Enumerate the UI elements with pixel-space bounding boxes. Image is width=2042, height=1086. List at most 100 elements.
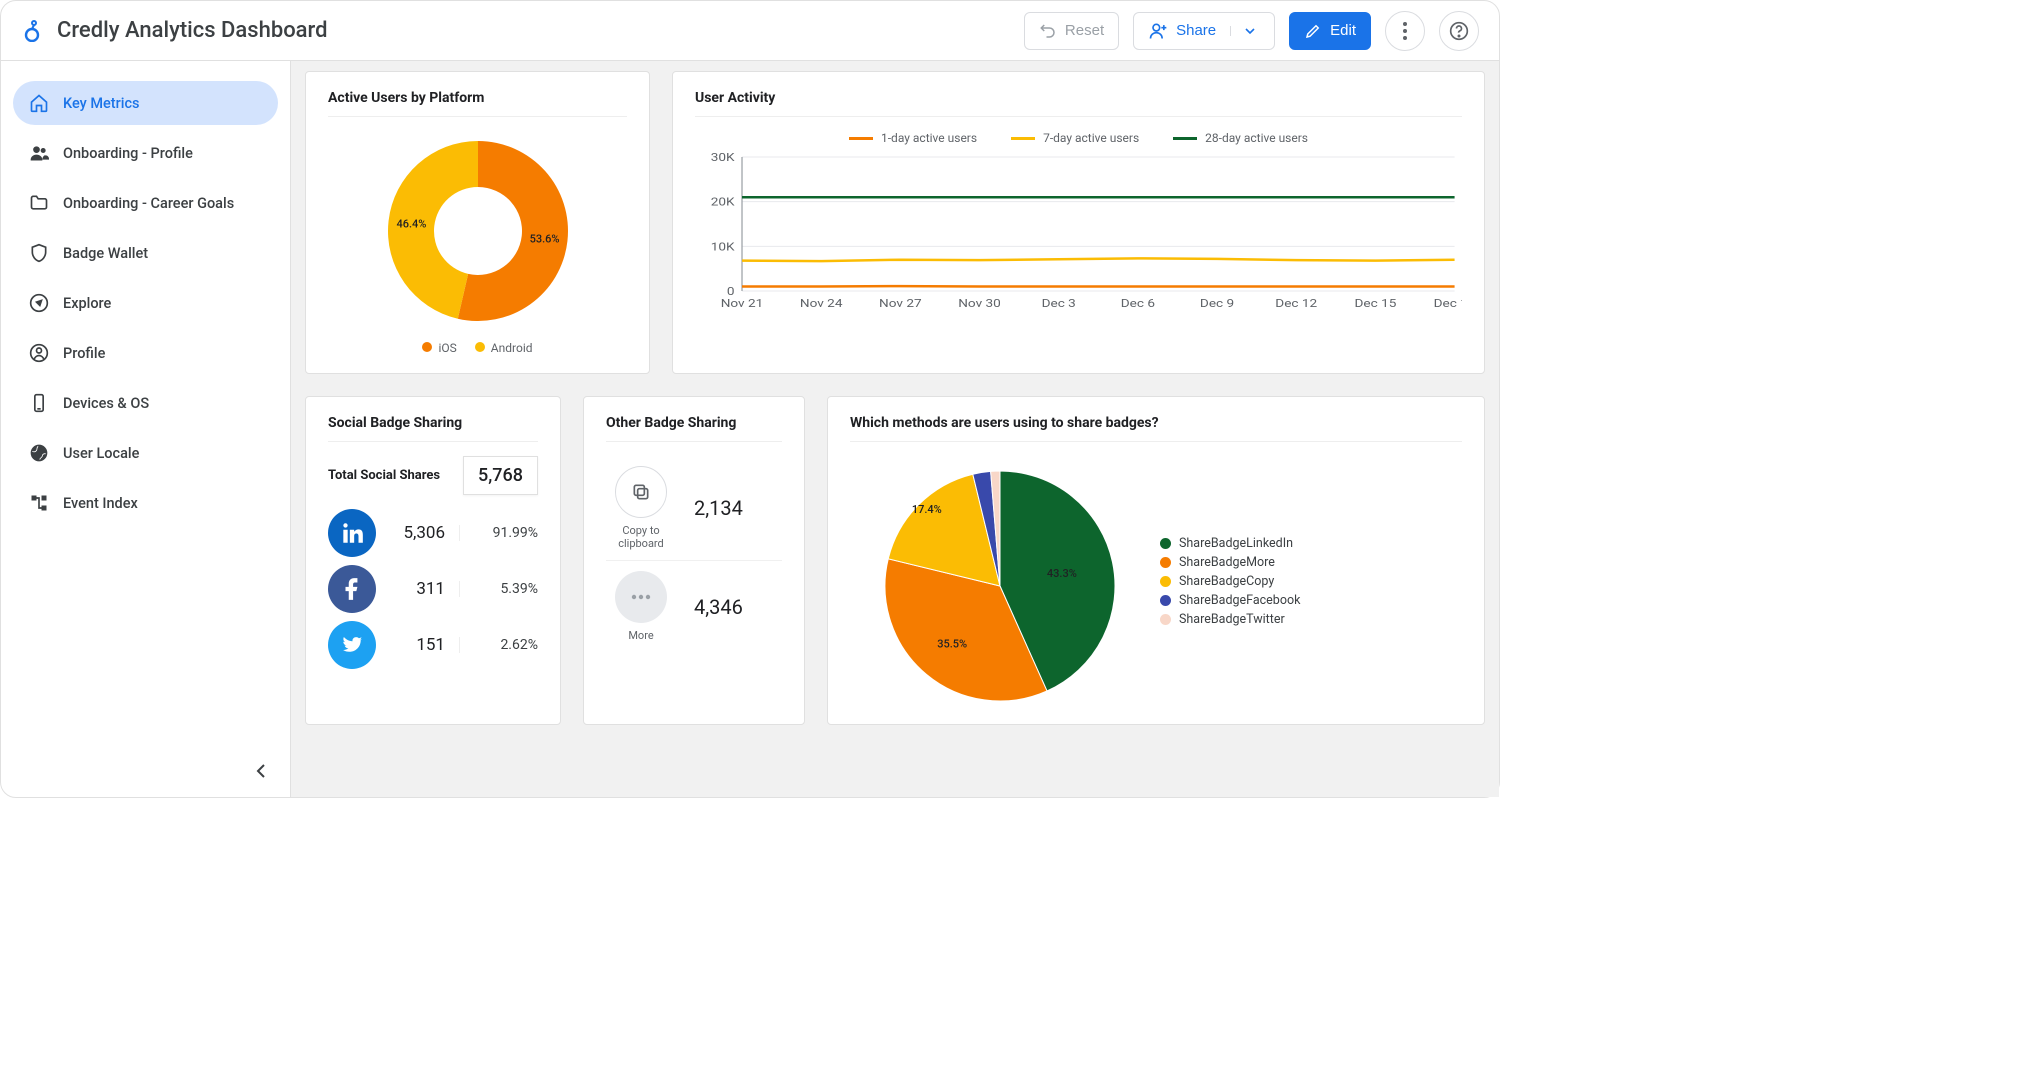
legend-7day: 7-day active users <box>1043 131 1139 145</box>
pie-legend-label: ShareBadgeLinkedIn <box>1179 536 1293 551</box>
sidebar-item-profile[interactable]: Profile <box>13 331 278 375</box>
help-button[interactable] <box>1439 11 1479 51</box>
shield-icon <box>29 243 49 263</box>
pie-legend-label: ShareBadgeFacebook <box>1179 593 1300 608</box>
donut-chart: 53.6%46.4% <box>378 131 578 331</box>
sidebar: Key Metrics Onboarding - Profile Onboard… <box>1 61 291 797</box>
card-title: Which methods are users using to share b… <box>850 415 1462 442</box>
card-share-methods: Which methods are users using to share b… <box>827 396 1485 725</box>
legend-ios: iOS <box>438 341 456 355</box>
pie-legend-label: ShareBadgeCopy <box>1179 574 1274 589</box>
total-shares-label: Total Social Shares <box>328 468 440 483</box>
share-label: Share <box>1176 22 1216 39</box>
social-percent: 2.62% <box>459 637 538 653</box>
svg-text:0: 0 <box>727 286 735 298</box>
sidebar-item-event-index[interactable]: Event Index <box>13 481 278 525</box>
sidebar-item-devices[interactable]: Devices & OS <box>13 381 278 425</box>
reset-button[interactable]: Reset <box>1024 12 1119 50</box>
card-title: User Activity <box>695 90 1462 117</box>
svg-text:10K: 10K <box>711 241 735 253</box>
sidebar-item-explore[interactable]: Explore <box>13 281 278 325</box>
person-icon <box>29 343 49 363</box>
sidebar-item-badge-wallet[interactable]: Badge Wallet <box>13 231 278 275</box>
svg-text:Dec 15: Dec 15 <box>1354 298 1396 310</box>
card-active-users-platform: Active Users by Platform 53.6%46.4% iOS … <box>305 71 650 374</box>
share-button[interactable]: Share <box>1133 12 1275 50</box>
sidebar-item-label: Explore <box>63 295 111 312</box>
svg-text:20K: 20K <box>711 197 735 209</box>
other-row: Copy to clipboard2,134 <box>606 456 782 561</box>
more-menu-button[interactable] <box>1385 11 1425 51</box>
app-logo-icon <box>21 20 43 42</box>
dashboard-main: Active Users by Platform 53.6%46.4% iOS … <box>291 61 1499 797</box>
other-value: 2,134 <box>694 496 743 520</box>
sidebar-item-onboarding-career[interactable]: Onboarding - Career Goals <box>13 181 278 225</box>
social-row-facebook: 3115.39% <box>328 565 538 613</box>
pie-legend: ShareBadgeLinkedIn ShareBadgeMore ShareBad… <box>1160 532 1300 631</box>
copy-icon <box>615 466 667 518</box>
legend-28day: 28-day active users <box>1205 131 1308 145</box>
svg-text:Nov 24: Nov 24 <box>800 298 843 310</box>
svg-text:Nov 30: Nov 30 <box>958 298 1001 310</box>
other-label: More <box>628 629 653 642</box>
social-count: 151 <box>390 635 445 655</box>
pie-legend-item: ShareBadgeMore <box>1160 555 1300 570</box>
sidebar-item-label: Badge Wallet <box>63 245 148 262</box>
svg-text:Dec 9: Dec 9 <box>1200 298 1234 310</box>
line-legend: 1-day active users 7-day active users 28… <box>695 131 1462 145</box>
social-percent: 91.99% <box>459 525 538 541</box>
svg-text:17.4%: 17.4% <box>912 503 942 516</box>
edit-button[interactable]: Edit <box>1289 12 1371 50</box>
phone-icon <box>29 393 49 413</box>
social-row-linkedin: 5,306 91.99% <box>328 509 538 557</box>
sidebar-item-label: Devices & OS <box>63 395 149 412</box>
social-count: 311 <box>390 579 445 599</box>
svg-text:Dec 3: Dec 3 <box>1042 298 1076 310</box>
pencil-icon <box>1304 22 1322 40</box>
undo-icon <box>1039 22 1057 40</box>
globe-icon <box>29 443 49 463</box>
pie-legend-item: ShareBadgeLinkedIn <box>1160 536 1300 551</box>
social-row-twitter: 151 2.62% <box>328 621 538 669</box>
pie-chart: 43.3% 35.5% 17.4% <box>850 456 1140 706</box>
sidebar-item-label: Onboarding - Profile <box>63 145 193 162</box>
svg-text:35.5%: 35.5% <box>937 637 967 650</box>
svg-text:46.4%: 46.4% <box>396 217 426 230</box>
line-chart: 010K20K30KNov 21Nov 24Nov 27Nov 30Dec 3D… <box>695 153 1462 313</box>
svg-text:30K: 30K <box>711 153 735 165</box>
share-dropdown-icon[interactable] <box>1230 26 1260 36</box>
card-social-sharing: Social Badge Sharing Total Social Shares… <box>305 396 561 725</box>
card-title: Social Badge Sharing <box>328 415 538 442</box>
collapse-sidebar-button[interactable] <box>256 763 266 779</box>
more-vertical-icon <box>1403 22 1407 40</box>
card-title: Other Badge Sharing <box>606 415 782 442</box>
svg-text:Dec 18: Dec 18 <box>1434 298 1462 310</box>
edit-label: Edit <box>1330 22 1356 39</box>
sidebar-item-key-metrics[interactable]: Key Metrics <box>13 81 278 125</box>
sidebar-item-onboarding-profile[interactable]: Onboarding - Profile <box>13 131 278 175</box>
person-add-icon <box>1148 21 1168 41</box>
svg-text:Dec 6: Dec 6 <box>1121 298 1155 310</box>
tree-icon <box>29 493 49 513</box>
pie-legend-label: ShareBadgeTwitter <box>1179 612 1285 627</box>
pie-legend-label: ShareBadgeMore <box>1179 555 1275 570</box>
sidebar-item-label: User Locale <box>63 445 139 462</box>
twitter-icon <box>328 621 376 669</box>
home-icon <box>29 93 49 113</box>
help-icon <box>1449 21 1469 41</box>
page-title: Credly Analytics Dashboard <box>57 18 1010 43</box>
compass-icon <box>29 293 49 313</box>
reset-label: Reset <box>1065 22 1104 39</box>
card-user-activity: User Activity 1-day active users 7-day a… <box>672 71 1485 374</box>
more-horizontal-icon <box>615 571 667 623</box>
donut-legend: iOS Android <box>422 341 532 355</box>
card-title: Active Users by Platform <box>328 90 627 117</box>
social-count: 5,306 <box>390 523 445 543</box>
svg-text:Nov 27: Nov 27 <box>879 298 922 310</box>
pie-legend-item: ShareBadgeFacebook <box>1160 593 1300 608</box>
svg-text:43.3%: 43.3% <box>1047 567 1077 580</box>
legend-android: Android <box>491 341 533 355</box>
sidebar-item-locale[interactable]: User Locale <box>13 431 278 475</box>
legend-1day: 1-day active users <box>881 131 977 145</box>
topbar: Credly Analytics Dashboard Reset Share E… <box>1 1 1499 61</box>
